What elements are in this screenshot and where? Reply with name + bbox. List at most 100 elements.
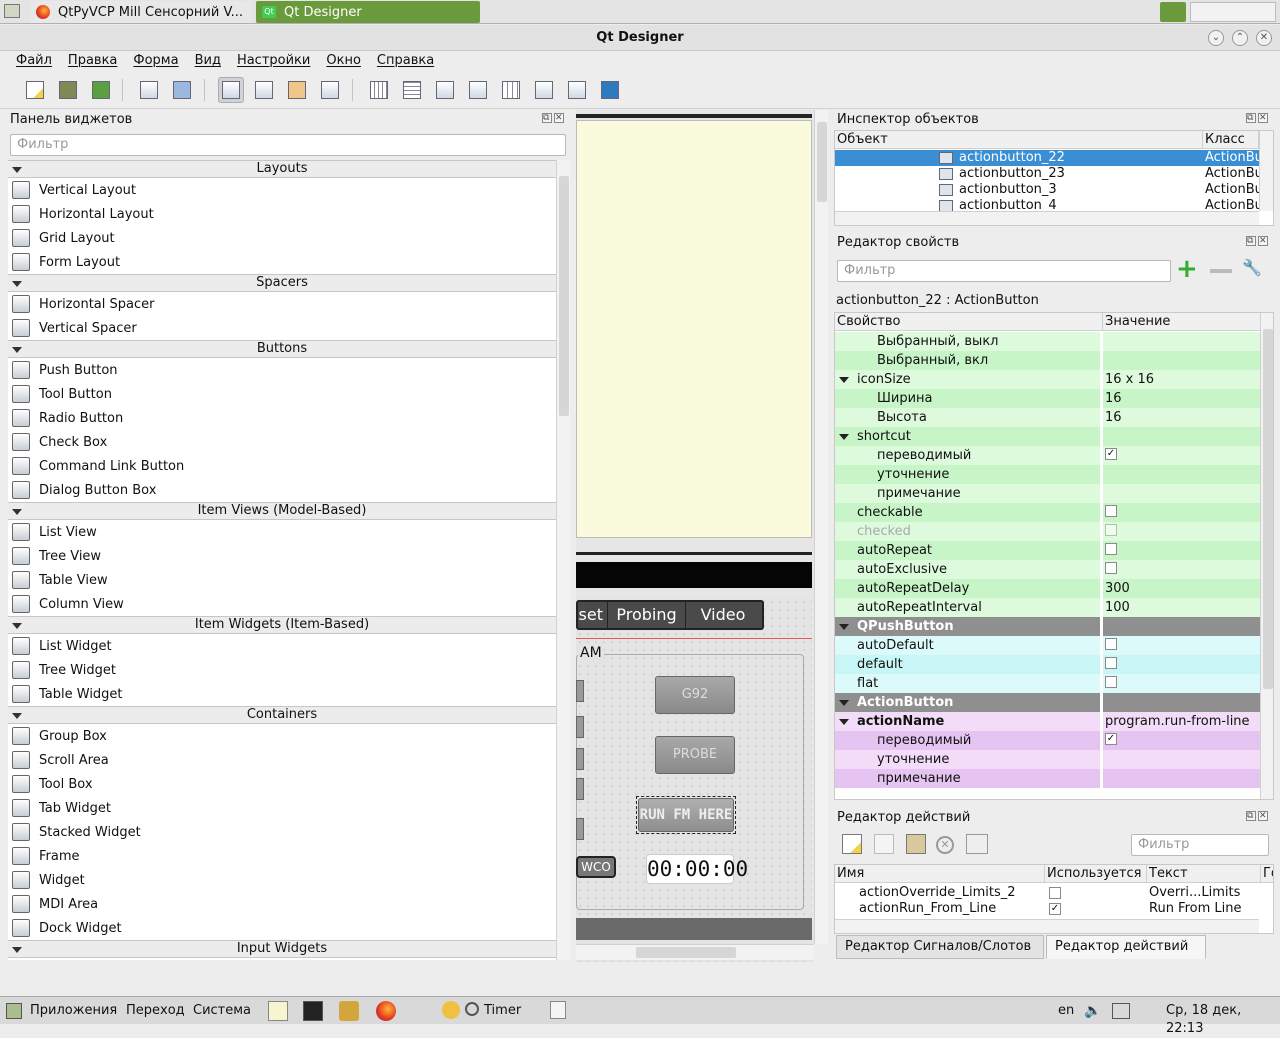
form-tab-probing[interactable]: Probing (608, 602, 686, 628)
widget-item[interactable]: Table View (8, 568, 556, 592)
widget-box-filter-input[interactable]: Фильтр (10, 134, 566, 156)
widget-item[interactable]: Horizontal Spacer (8, 292, 556, 316)
property-value[interactable]: program.run-from-line (1105, 714, 1250, 729)
widget-item[interactable]: Group Box (8, 724, 556, 748)
paste-action-icon[interactable] (906, 834, 926, 854)
copy-action-icon[interactable] (874, 834, 894, 854)
scrollbar-thumb[interactable] (559, 176, 569, 416)
inspector-vscroll[interactable] (1259, 131, 1273, 211)
form-tab-bar[interactable]: set Probing Video (576, 600, 764, 630)
float-icon[interactable]: ⧉ (1246, 811, 1256, 821)
property-row[interactable]: примечание (835, 484, 1260, 503)
send-to-back-button[interactable] (136, 77, 162, 103)
probe-button[interactable]: PROBE (655, 736, 735, 774)
property-value[interactable]: 16 x 16 (1105, 372, 1154, 387)
widget-item[interactable]: List Widget (8, 634, 556, 658)
save-form-button[interactable] (88, 77, 114, 103)
remove-property-button[interactable] (1210, 269, 1232, 273)
form-canvas[interactable]: set Probing Video AM G92 PROBE RUN FM HE… (576, 110, 814, 962)
action-used-checkbox[interactable]: ✓ (1049, 903, 1061, 915)
menu-view[interactable]: Вид (187, 51, 229, 73)
property-checkbox[interactable] (1105, 524, 1117, 536)
property-checkbox[interactable] (1105, 505, 1117, 517)
widget-item[interactable]: Check Box (8, 430, 556, 454)
property-value[interactable]: 16 (1105, 410, 1122, 425)
property-row[interactable]: iconSize 16 x 16 (835, 370, 1260, 389)
property-value[interactable]: 100 (1105, 600, 1130, 615)
column-used[interactable]: Используется (1045, 865, 1147, 883)
category-header[interactable]: Buttons (8, 340, 556, 358)
property-row[interactable]: переводимый ✓ (835, 731, 1260, 750)
action-row[interactable]: actionRun_From_Line ✓ Run From Line (835, 901, 1259, 917)
property-row[interactable]: default (835, 655, 1260, 674)
terminal-icon[interactable] (303, 1001, 323, 1021)
menu-edit[interactable]: Правка (60, 51, 125, 73)
category-header[interactable]: Spacers (8, 274, 556, 292)
widget-item[interactable]: Column View (8, 592, 556, 616)
form-vscrollbar[interactable] (814, 110, 828, 944)
edit-buddies-button[interactable] (284, 77, 310, 103)
show-desktop-icon[interactable] (4, 4, 20, 18)
linuxcnc-icon[interactable] (339, 1001, 359, 1021)
configure-action-icon[interactable] (966, 834, 988, 854)
property-row[interactable]: Высота 16 (835, 408, 1260, 427)
maximize-button[interactable]: ⌃ (1232, 30, 1248, 46)
widget-item[interactable]: Grid Layout (8, 226, 556, 250)
gcode-viewer-area[interactable] (576, 120, 812, 538)
menu-system[interactable]: Система (193, 1002, 251, 1020)
category-header[interactable]: Input Widgets (8, 940, 556, 958)
column-value[interactable]: Значение (1103, 313, 1261, 331)
property-row[interactable]: checked (835, 522, 1260, 541)
layout-v-splitter-button[interactable] (465, 77, 491, 103)
widget-item[interactable]: Vertical Layout (8, 178, 556, 202)
adjust-size-button[interactable] (597, 77, 623, 103)
object-row[interactable]: actionbutton_23 ActionBu (835, 166, 1263, 182)
window-list-icon[interactable] (550, 1001, 566, 1019)
close-button[interactable]: ✕ (1256, 30, 1272, 46)
action-hscroll[interactable] (835, 919, 1259, 933)
menu-help[interactable]: Справка (369, 51, 442, 73)
property-row[interactable]: ActionButton (835, 693, 1260, 712)
keyboard-layout[interactable]: en (1058, 1002, 1074, 1020)
property-row[interactable]: Выбранный, выкл (835, 332, 1260, 351)
menu-window[interactable]: Окно (318, 51, 369, 73)
property-row[interactable]: autoRepeat (835, 541, 1260, 560)
tab-action-editor[interactable]: Редактор действий (1046, 935, 1206, 959)
widget-item[interactable]: List View (8, 520, 556, 544)
category-header[interactable]: Containers (8, 706, 556, 724)
widget-item[interactable]: Dialog Button Box (8, 478, 556, 502)
widget-item[interactable]: Scroll Area (8, 748, 556, 772)
action-filter-input[interactable]: Фильтр (1131, 834, 1269, 856)
property-row[interactable]: flat (835, 674, 1260, 693)
widget-item[interactable]: Horizontal Layout (8, 202, 556, 226)
property-tree[interactable]: Свойство Значение Выбранный, выкл Выбранн… (834, 312, 1274, 800)
form-tab-video[interactable]: Video (686, 602, 760, 628)
expand-arrow-icon[interactable] (839, 624, 849, 630)
network-icon[interactable] (1112, 1003, 1130, 1019)
g92-button[interactable]: G92 (655, 676, 735, 714)
action-used-checkbox[interactable] (1049, 887, 1061, 899)
run-from-here-button[interactable]: RUN FM HERE (638, 798, 734, 832)
action-list[interactable]: Имя Используется Текст Го actionOverride… (834, 864, 1274, 934)
close-icon[interactable]: ✕ (1258, 811, 1268, 821)
property-row[interactable]: checkable (835, 503, 1260, 522)
float-icon[interactable]: ⧉ (542, 113, 552, 123)
property-row[interactable]: переводимый ✓ (835, 446, 1260, 465)
property-checkbox[interactable] (1105, 543, 1117, 555)
wco-button[interactable]: WCO (576, 856, 616, 878)
property-checkbox[interactable] (1105, 657, 1117, 669)
layout-horizontal-button[interactable] (366, 77, 392, 103)
firefox-launcher-icon[interactable] (376, 1001, 396, 1021)
widget-item[interactable]: Radio Button (8, 406, 556, 430)
property-row[interactable]: autoDefault (835, 636, 1260, 655)
layout-grid-button[interactable] (498, 77, 524, 103)
object-row[interactable]: actionbutton_22 ActionBu (835, 150, 1263, 166)
form-tab-reset[interactable]: set (578, 602, 608, 628)
widget-box-scrollbar[interactable] (556, 160, 570, 960)
property-value[interactable]: 300 (1105, 581, 1130, 596)
form-hscrollbar[interactable] (576, 944, 814, 960)
close-icon[interactable]: ✕ (554, 113, 564, 123)
timer-label[interactable]: Timer (484, 1002, 521, 1020)
widget-box-dock-buttons[interactable]: ⧉ ✕ (540, 113, 564, 123)
add-property-button[interactable]: + (1176, 256, 1200, 282)
